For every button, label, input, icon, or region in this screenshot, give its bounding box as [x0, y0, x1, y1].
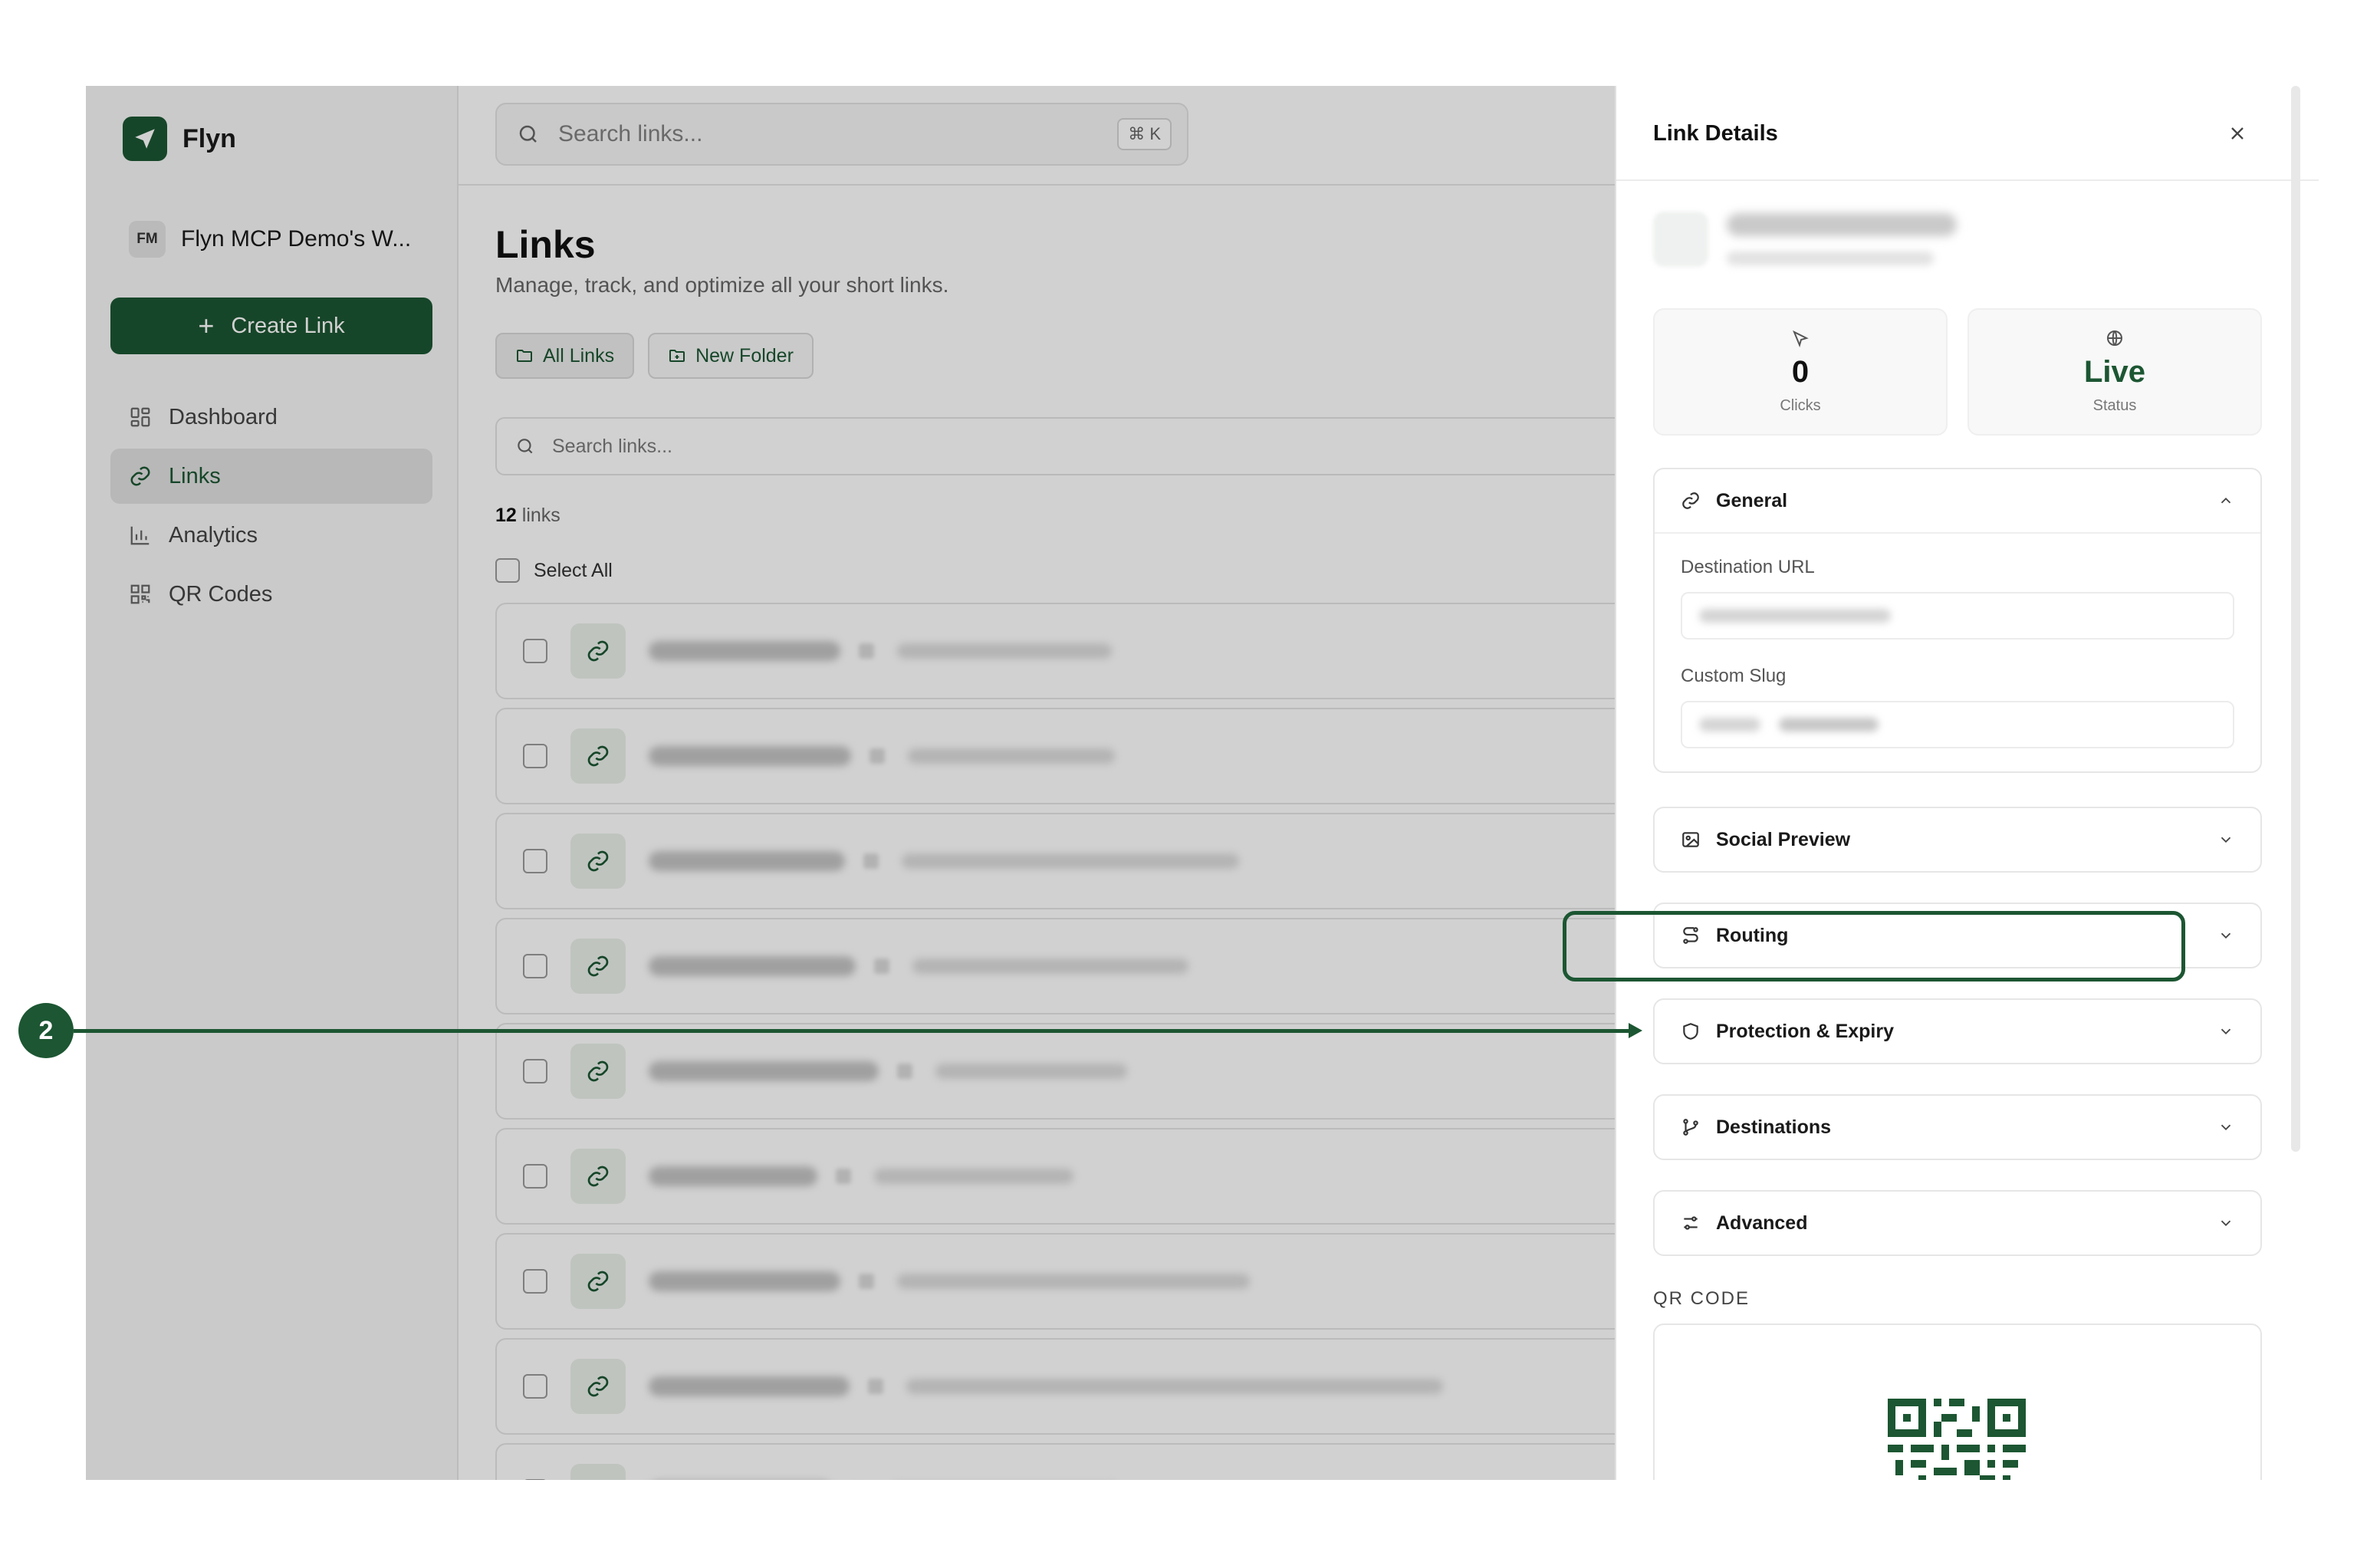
- modal-backdrop[interactable]: [86, 86, 1615, 1480]
- shield-icon: [1683, 1023, 1698, 1040]
- panel-title: Link Details: [1653, 121, 1778, 146]
- status-stat: Live Status: [1967, 308, 2262, 436]
- section-title: Social Preview: [1716, 828, 1851, 850]
- link-details-panel: Link Details 0 Clicks Live Status Genera…: [1615, 86, 2319, 1480]
- app-window: Flyn FM Flyn MCP Demo's W... + Create Li…: [86, 86, 2319, 1480]
- link-icon: [1682, 492, 1699, 509]
- section-title: Advanced: [1716, 1212, 1808, 1234]
- general-section-body: Destination URL Custom Slug: [1655, 532, 2260, 771]
- clicks-stat: 0 Clicks: [1653, 308, 1948, 436]
- destination-url-value-redacted: [1699, 609, 1891, 623]
- qr-code-label: QR CODE: [1653, 1288, 1750, 1309]
- section-title: Destinations: [1716, 1116, 1832, 1138]
- chevron-down-icon: [2221, 932, 2231, 939]
- qr-code-image[interactable]: [1888, 1399, 2026, 1480]
- link-stats: 0 Clicks Live Status: [1653, 308, 2262, 436]
- close-button[interactable]: [2222, 118, 2253, 149]
- chevron-down-icon: [2221, 1124, 2231, 1131]
- qr-code-card: [1653, 1323, 2262, 1480]
- annotation-arrowhead: [1629, 1023, 1642, 1038]
- general-section-header[interactable]: General: [1655, 469, 2260, 532]
- destination-url-field[interactable]: [1681, 592, 2234, 640]
- link-slug-header: [1653, 212, 1957, 267]
- advanced-section[interactable]: Advanced: [1653, 1190, 2262, 1256]
- chevron-down-icon: [2221, 1028, 2231, 1035]
- cursor-icon: [1793, 330, 1809, 347]
- clicks-label: Clicks: [1780, 397, 1821, 414]
- status-label: Status: [2092, 397, 2137, 414]
- slug-value-redacted: [1779, 718, 1879, 732]
- custom-slug-label: Custom Slug: [1681, 666, 1787, 686]
- panel-scrollbar[interactable]: [2291, 86, 2300, 1152]
- clicks-value: 0: [1791, 355, 1810, 389]
- status-value: Live: [2083, 355, 2146, 389]
- slug-prefix-redacted: [1699, 718, 1760, 732]
- section-title: General: [1716, 489, 1788, 511]
- social-preview-section[interactable]: Social Preview: [1653, 807, 2262, 873]
- link-slug-redacted: [1727, 213, 1957, 265]
- chevron-down-icon: [2221, 837, 2231, 843]
- globe-icon: [2107, 330, 2122, 346]
- destinations-section[interactable]: Destinations: [1653, 1094, 2262, 1160]
- destination-url-label: Destination URL: [1681, 557, 1815, 577]
- image-icon: [1682, 832, 1699, 847]
- close-icon: [2231, 127, 2244, 140]
- custom-slug-field[interactable]: [1681, 701, 2234, 748]
- chevron-down-icon: [2221, 1220, 2231, 1227]
- protection-expiry-highlight: [1563, 911, 2185, 982]
- chevron-up-icon: [2221, 497, 2231, 504]
- git-branch-icon: [1683, 1119, 1698, 1136]
- general-section: General Destination URL Custom Slug: [1653, 468, 2262, 773]
- protection-expiry-section[interactable]: Protection & Expiry: [1653, 998, 2262, 1064]
- link-favicon-redacted: [1653, 212, 1708, 267]
- section-title: Protection & Expiry: [1716, 1020, 1894, 1042]
- sliders-icon: [1684, 1216, 1698, 1230]
- panel-header: Link Details: [1616, 86, 2319, 181]
- annotation-step-badge: 2: [18, 1003, 74, 1058]
- annotation-line: [74, 1029, 1632, 1033]
